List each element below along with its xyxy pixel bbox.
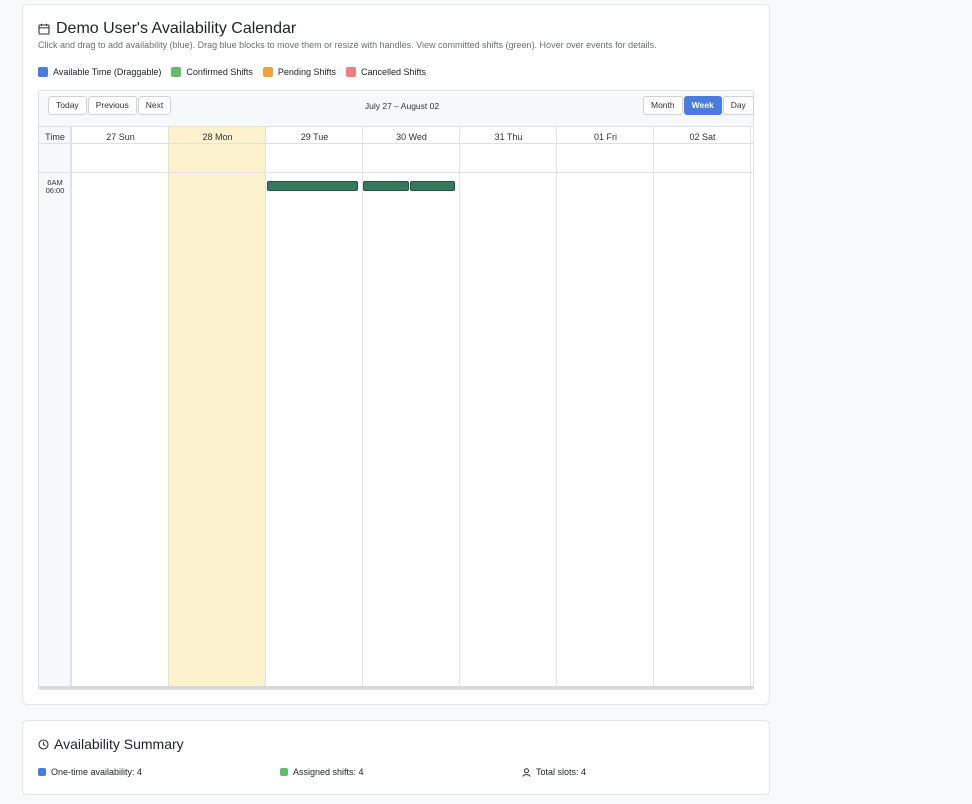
day-view-button[interactable]: Day <box>722 96 754 115</box>
day-header[interactable]: 31 Thu <box>460 132 557 142</box>
day-column-wed[interactable]: 30 Wed <box>362 127 459 688</box>
stat-label: Total slots: 4 <box>536 767 587 777</box>
time-column-header: Time <box>45 132 65 142</box>
stat-total-slots: Total slots: 4 <box>522 767 586 777</box>
legend: Available Time (Draggable) Confirmed Shi… <box>38 67 436 77</box>
availability-calendar-card: Demo User's Availability Calendar Click … <box>22 4 770 705</box>
day-header[interactable]: 01 Fri <box>557 132 654 142</box>
today-button[interactable]: Today <box>48 96 87 115</box>
legend-swatch-confirmed <box>171 67 182 77</box>
next-button[interactable]: Next <box>137 96 172 115</box>
legend-label: Confirmed Shifts <box>186 67 253 77</box>
horizontal-scrollbar[interactable] <box>39 686 753 689</box>
page-title: Demo User's Availability Calendar <box>56 20 297 37</box>
week-grid[interactable]: Time 6AM 06:00 27 Sun 28 Mon 29 Tue 30 W… <box>39 126 753 689</box>
legend-swatch-pending <box>262 67 273 77</box>
time-column: Time 6AM 06:00 <box>39 127 71 688</box>
day-header[interactable]: 28 Mon <box>169 132 266 142</box>
day-header[interactable]: 30 Wed <box>363 132 460 142</box>
stat-one-time-availability: One-time availability: 4 <box>38 767 142 777</box>
calendar-instructions: Click and drag to add availability (blue… <box>38 40 657 50</box>
stat-assigned-shifts: Assigned shifts: 4 <box>280 767 364 777</box>
header-divider <box>39 143 753 144</box>
day-header[interactable]: 29 Tue <box>266 132 363 142</box>
day-column-thu[interactable]: 31 Thu <box>459 127 556 688</box>
day-column-mon-today[interactable]: 28 Mon <box>168 127 265 688</box>
month-view-button[interactable]: Month <box>643 96 683 115</box>
confirmed-shift-event[interactable] <box>267 181 358 191</box>
stat-label: Assigned shifts: 4 <box>293 767 364 777</box>
day-column-fri[interactable]: 01 Fri <box>556 127 653 688</box>
time-label-24h: 06:00 <box>45 186 65 195</box>
time-slot-label: 6AM 06:00 <box>39 179 71 195</box>
day-header[interactable]: 27 Sun <box>72 132 169 142</box>
user-icon <box>522 767 531 777</box>
calendar-toolbar: Today Previous Next July 27 – August 02 … <box>39 91 755 121</box>
day-column-sat[interactable]: 02 Sat <box>653 127 751 688</box>
day-column-sun[interactable]: 27 Sun <box>71 127 168 688</box>
stat-label: One-time availability: 4 <box>51 767 143 777</box>
view-button-group: Month Week Day <box>643 96 755 115</box>
legend-label: Pending Shifts <box>277 67 336 77</box>
confirmed-shift-event[interactable] <box>363 181 409 191</box>
legend-swatch-cancelled <box>345 67 356 77</box>
summary-title: Availability Summary <box>54 736 184 752</box>
legend-swatch-available <box>38 67 48 77</box>
day-header[interactable]: 02 Sat <box>654 132 751 142</box>
legend-label: Cancelled Shifts <box>360 67 427 77</box>
calendar-widget: Today Previous Next July 27 – August 02 … <box>38 90 754 690</box>
clock-icon <box>38 738 49 750</box>
previous-button[interactable]: Previous <box>87 96 137 115</box>
confirmed-shift-event[interactable] <box>410 181 455 191</box>
legend-item-available: Available Time (Draggable) <box>38 67 161 77</box>
legend-item-pending: Pending Shifts <box>262 67 336 77</box>
day-column-tue[interactable]: 29 Tue <box>265 127 362 688</box>
summary-title-row: Availability Summary <box>38 736 184 752</box>
nav-button-group: Today Previous Next <box>48 96 172 115</box>
availability-dot <box>38 768 46 776</box>
calendar-title-row: Demo User's Availability Calendar <box>38 20 296 38</box>
legend-item-confirmed: Confirmed Shifts <box>171 67 253 77</box>
legend-item-cancelled: Cancelled Shifts <box>345 67 427 77</box>
calendar-icon <box>38 23 50 35</box>
legend-label: Available Time (Draggable) <box>53 67 162 77</box>
week-view-button[interactable]: Week <box>683 96 722 115</box>
assigned-dot <box>280 768 288 776</box>
all-day-divider <box>39 172 753 173</box>
availability-summary-card: Availability Summary One-time availabili… <box>22 720 770 795</box>
date-range-label: July 27 – August 02 <box>364 101 440 111</box>
